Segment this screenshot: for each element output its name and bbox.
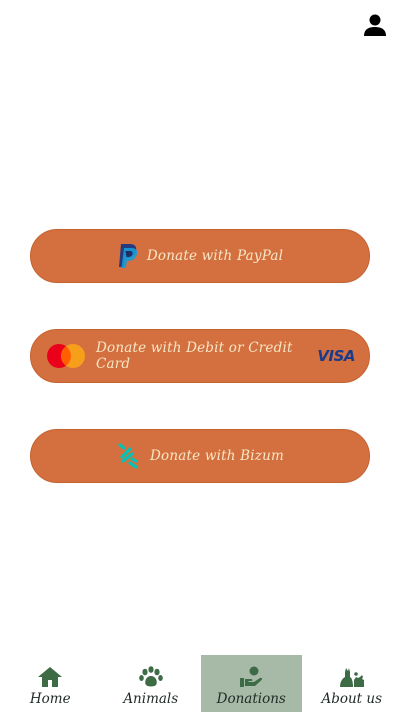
visa-logo: VISA xyxy=(317,347,355,365)
tab-donations-label: Donations xyxy=(216,691,286,707)
tab-about-us[interactable]: About us xyxy=(302,655,402,712)
tab-home[interactable]: Home xyxy=(0,655,101,712)
tab-about-us-label: About us xyxy=(321,691,383,707)
bizum-icon xyxy=(116,441,140,471)
home-icon xyxy=(37,665,63,689)
mastercard-icon xyxy=(46,343,86,369)
profile-button[interactable] xyxy=(362,12,388,38)
tab-donations[interactable]: Donations xyxy=(201,655,302,712)
donate-bizum-button[interactable]: Donate with Bizum xyxy=(30,429,370,483)
pets-icon xyxy=(337,665,367,689)
bottom-nav: Home Animals Donations About us xyxy=(0,655,402,712)
donate-paypal-label: Donate with PayPal xyxy=(146,248,284,264)
tab-home-label: Home xyxy=(29,691,71,707)
donate-card-button[interactable]: Donate with Debit or Credit Card VISA xyxy=(30,329,370,383)
user-icon xyxy=(364,14,386,36)
tab-animals[interactable]: Animals xyxy=(101,655,202,712)
donate-card-label: Donate with Debit or Credit Card xyxy=(96,340,293,372)
donation-hand-icon xyxy=(238,665,264,689)
donate-bizum-label: Donate with Bizum xyxy=(150,448,284,464)
paw-icon xyxy=(138,665,164,689)
paypal-icon xyxy=(117,242,139,270)
donate-paypal-button[interactable]: Donate with PayPal xyxy=(30,229,370,283)
tab-animals-label: Animals xyxy=(123,691,179,707)
